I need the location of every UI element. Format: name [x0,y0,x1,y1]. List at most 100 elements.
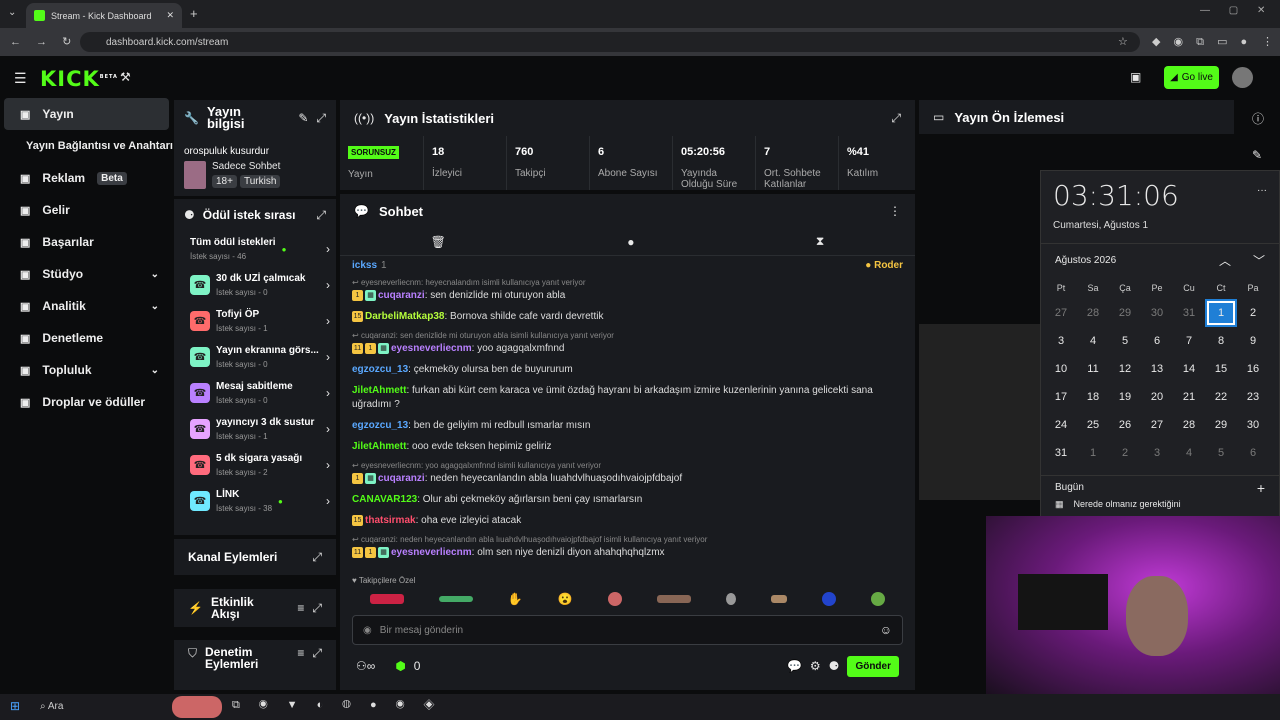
calendar-day[interactable]: 20 [1141,383,1173,411]
calendar-day[interactable]: 3 [1045,327,1077,355]
bookmark-star-icon[interactable]: ☆ [1118,35,1128,48]
chevron-down-icon[interactable]: ⌄ [151,365,159,376]
calendar-day[interactable]: 8 [1205,327,1237,355]
chevron-right-icon[interactable]: › [326,278,330,292]
sidebar-item-7[interactable]: ▣ Denetleme [4,322,169,354]
chat-username[interactable]: CANAVAR123 [352,494,417,505]
emote-icon[interactable] [871,592,886,606]
calendar-day[interactable]: 16 [1237,355,1269,383]
calendar-day[interactable]: 30 [1237,411,1269,439]
chat-message[interactable]: 15 thatsirmak: oha eve izleyici atacak [352,514,903,528]
tab-list-icon[interactable]: ⌄ [8,7,16,18]
chevron-up-icon[interactable]: ︿ [1219,252,1231,269]
popout-icon[interactable]: ⤢ [316,208,326,223]
kick-logo[interactable]: KICKBETA [40,67,118,91]
calendar-day[interactable]: 10 [1045,355,1077,383]
calendar-day[interactable]: 31 [1173,299,1205,327]
sidebar-item-1[interactable]: Yayın Bağlantısı ve Anahtarı [4,130,174,162]
sidebar-item-2[interactable]: ▣ Reklam Beta [4,162,169,194]
calendar-month[interactable]: Ağustos 2026 [1055,255,1116,266]
emote-icon[interactable]: ✋ [508,592,523,606]
calendar-day[interactable]: 6 [1141,327,1173,355]
hourglass-icon[interactable]: ⧗ [816,234,824,249]
go-live-button[interactable]: ◢ Go live [1164,66,1219,89]
calendar-day[interactable]: 5 [1109,327,1141,355]
reward-item[interactable]: ☎ 30 dk UZİ çalmıcak İstek sayısı - 0 › [174,267,336,303]
calendar-day[interactable]: 5 [1205,439,1237,467]
calendar-day[interactable]: 4 [1077,327,1109,355]
browser-tab[interactable]: Stream - Kick Dashboard ✕ [26,3,182,28]
calendar-day[interactable]: 29 [1109,299,1141,327]
calendar-day[interactable]: 30 [1141,299,1173,327]
chat-username[interactable]: egzozcu_13 [352,364,408,375]
gear-icon[interactable]: ⚙ [810,659,821,673]
reward-item[interactable]: Tüm ödül istekleri İstek sayısı - 46 ● › [174,231,336,267]
calendar-day[interactable]: 11 [1077,355,1109,383]
close-tab-icon[interactable]: ✕ [166,10,174,21]
chat-settings-bubble-icon[interactable]: 💬 [787,659,802,673]
reward-icon[interactable]: ⚈ [829,659,840,673]
chat-message[interactable]: JiletAhmett: ooo evde teksen hepimiz gel… [352,440,903,454]
trash-icon[interactable]: 🗑 [431,235,446,249]
reward-item[interactable]: ☎ Yayın ekranına görs... İstek sayısı - 0 › [174,339,336,375]
chat-message[interactable]: ↩ cuqaranzi: sen denizlide mi oturuyon a… [352,331,903,356]
emote-icon[interactable] [607,592,622,606]
more-icon[interactable]: ··· [1257,185,1267,196]
calendar-day[interactable]: 31 [1045,439,1077,467]
chevron-right-icon[interactable]: › [326,350,330,364]
calendar-day[interactable]: 17 [1045,383,1077,411]
emote-icon[interactable] [657,595,691,603]
calendar-day[interactable]: 19 [1109,383,1141,411]
tools-icon[interactable]: ⚒ [120,70,131,84]
calendar-day[interactable]: 18 [1077,383,1109,411]
sidebar-item-3[interactable]: ▣ Gelir [4,194,169,226]
emote-icon[interactable]: 😮 [558,592,573,606]
chat-username[interactable]: JiletAhmett [352,385,406,396]
chat-bubble-icon[interactable]: ● [627,235,634,249]
calendar-day[interactable]: 13 [1141,355,1173,383]
emote-icon[interactable] [369,594,404,604]
calendar-day[interactable]: 22 [1205,383,1237,411]
taskbar-search[interactable]: ⌕ Ara [40,701,63,712]
sidebar-item-0[interactable]: ▣ Yayın [4,98,169,130]
popout-icon[interactable]: ⤢ [316,111,326,126]
chat-message[interactable]: ↩ cuqaranzi: neden heyecanlandın abla lı… [352,535,903,560]
send-button[interactable]: Gönder [847,655,899,677]
filter-icon[interactable]: ≡ [297,646,304,660]
calendar-day[interactable]: 12 [1109,355,1141,383]
calendar-day[interactable]: 4 [1173,439,1205,467]
calendar-day[interactable]: 24 [1045,411,1077,439]
emote-icon[interactable] [726,593,737,605]
avatar[interactable] [1232,67,1253,88]
calendar-day[interactable]: 23 [1237,383,1269,411]
reward-item[interactable]: ☎ Mesaj sabitleme İstek sayısı - 0 › [174,375,336,411]
calendar-day[interactable]: 2 [1109,439,1141,467]
chevron-right-icon[interactable]: › [326,386,330,400]
emote-icon[interactable] [822,592,837,606]
popout-icon[interactable]: ⤢ [312,550,322,565]
studio-toggle-icon[interactable]: ▣ [1130,70,1141,84]
popout-icon[interactable]: ⤢ [891,111,901,126]
calendar-day[interactable]: 15 [1205,355,1237,383]
windows-start-icon[interactable]: ⊞ [10,699,20,713]
calendar-day[interactable]: 1 [1077,439,1109,467]
chat-message[interactable]: CANAVAR123: Olur abi çekmeköy ağırlarsın… [352,493,903,507]
chat-username[interactable]: eyesneverliecnm [391,547,472,558]
emote-icon[interactable] [438,596,473,602]
emote-bar[interactable]: ✋ 😮 [340,587,915,611]
reward-item[interactable]: ☎ 5 dk sigara yasağı İstek sayısı - 2 › [174,447,336,483]
chat-input[interactable]: ◉ Bir mesaj gönderin ☺ [352,615,903,645]
url-input[interactable]: dashboard.kick.com/stream [80,32,1140,52]
chevron-right-icon[interactable]: › [326,242,330,256]
calendar-day[interactable]: 9 [1237,327,1269,355]
chevron-right-icon[interactable]: › [326,458,330,472]
add-event-icon[interactable]: + [1257,480,1265,496]
emote-icon[interactable] [771,595,788,603]
chat-username[interactable]: cuqaranzi [378,290,425,301]
chat-message[interactable]: egzozcu_13: ben de geliyim mi redbull ıs… [352,419,903,433]
reward-item[interactable]: ☎ Tofiyi ÖP İstek sayısı - 1 › [174,303,336,339]
calendar-day[interactable]: 21 [1173,383,1205,411]
edit-icon[interactable]: ✎ [298,111,308,125]
popout-icon[interactable]: ⤢ [312,601,322,616]
calendar-day[interactable]: 7 [1173,327,1205,355]
